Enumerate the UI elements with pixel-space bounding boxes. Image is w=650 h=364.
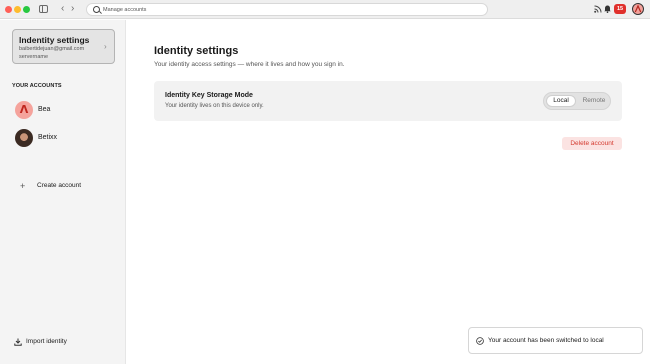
page-title: Identity settings	[154, 45, 239, 57]
user-avatar[interactable]	[632, 3, 644, 15]
storage-mode-title: Identity Key Storage Mode	[165, 92, 253, 99]
toast-notification: Your account has been switched to local	[468, 327, 643, 354]
check-circle-icon	[476, 337, 484, 345]
maximize-window-button[interactable]	[23, 6, 30, 13]
identity-card-server: servername	[19, 54, 49, 60]
account-name: Betixx	[38, 134, 58, 141]
close-window-button[interactable]	[5, 6, 12, 13]
avatar	[15, 101, 33, 119]
storage-mode-remote-option[interactable]: Remote	[579, 95, 609, 107]
create-account-button[interactable]: + Create account	[17, 181, 112, 193]
delete-account-button[interactable]: Delete account	[562, 137, 622, 150]
storage-mode-toggle: Local Remote	[543, 92, 611, 110]
account-item-betixx[interactable]: Betixx	[13, 129, 113, 149]
user-avatar-glyph	[634, 4, 642, 13]
window-titlebar: ‹ › 15	[0, 0, 650, 19]
import-identity-button[interactable]: Import identity	[14, 338, 114, 350]
rss-icon[interactable]	[594, 5, 602, 13]
storage-mode-description: Your identity lives on this device only.	[165, 103, 264, 109]
identity-card-email: baibertidejuan@gmail.com	[19, 46, 85, 52]
storage-mode-local-option[interactable]: Local	[546, 95, 576, 107]
accounts-section-heading: YOUR ACCOUNTS	[12, 83, 62, 89]
plus-icon: +	[20, 181, 26, 191]
storage-mode-card: Identity Key Storage Mode Your identity …	[154, 81, 622, 121]
sidebar: Indentity settings baibertidejuan@gmail.…	[0, 20, 126, 364]
chevron-left-icon[interactable]: ‹	[61, 3, 64, 15]
avatar	[15, 129, 33, 147]
create-account-label: Create account	[37, 182, 82, 189]
toast-message: Your account has been switched to local	[488, 337, 604, 344]
page-subtitle: Your identity access settings — where it…	[154, 61, 345, 68]
identity-settings-card[interactable]: Indentity settings baibertidejuan@gmail.…	[12, 29, 115, 64]
bell-icon[interactable]	[604, 4, 611, 13]
chevron-right-icon: ›	[104, 42, 107, 51]
identity-card-title: Indentity settings	[19, 35, 90, 45]
search-icon	[93, 6, 100, 13]
import-icon	[14, 338, 22, 346]
account-name: Bea	[38, 106, 51, 113]
sidebar-toggle-icon[interactable]	[39, 5, 48, 13]
import-identity-label: Import identity	[26, 338, 67, 345]
account-item-bea[interactable]: Bea	[13, 101, 113, 121]
chevron-right-icon[interactable]: ›	[71, 3, 74, 15]
notification-count-badge[interactable]: 15	[614, 4, 626, 14]
search-bar[interactable]	[86, 3, 488, 16]
minimize-window-button[interactable]	[14, 6, 21, 13]
search-input[interactable]	[103, 4, 473, 15]
